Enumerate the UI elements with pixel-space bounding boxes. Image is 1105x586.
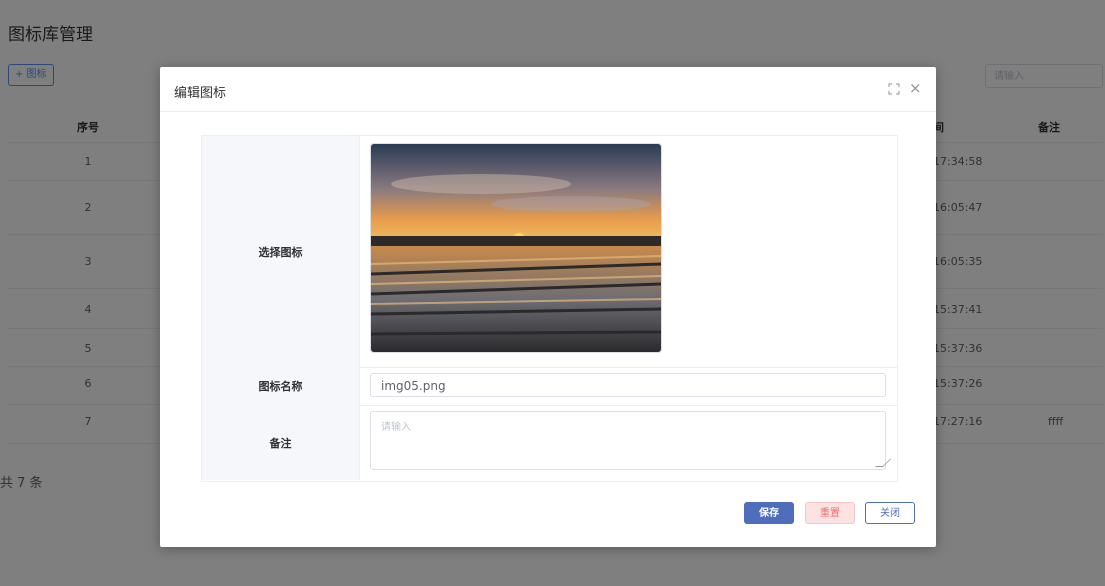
close-button[interactable]: 关闭 (865, 502, 915, 524)
name-input[interactable]: img05.png (370, 373, 886, 397)
icon-label: 选择图标 (202, 136, 360, 367)
remark-label: 备注 (202, 405, 360, 480)
form-row-name: 图标名称 img05.png (202, 367, 897, 406)
edit-icon-dialog: 编辑图标 × 选择图标 图标名称 img05.png 备注 请输入 保存 重置 … (160, 67, 936, 547)
form-row-icon: 选择图标 (202, 136, 897, 368)
dialog-title: 编辑图标 (174, 86, 227, 101)
fullscreen-icon[interactable] (888, 83, 900, 95)
sunset-image (371, 144, 661, 352)
close-icon[interactable]: × (909, 79, 922, 97)
remark-placeholder: 请输入 (381, 422, 411, 433)
reset-button[interactable]: 重置 (805, 502, 855, 524)
form-row-remark: 备注 请输入 (202, 405, 897, 480)
icon-image-picker[interactable] (370, 143, 662, 353)
dialog-header: 编辑图标 × (160, 67, 936, 112)
save-button[interactable]: 保存 (744, 502, 794, 524)
edit-form: 选择图标 图标名称 img05.png 备注 请输入 (201, 135, 898, 482)
resize-handle-icon[interactable] (875, 459, 891, 467)
remark-textarea[interactable]: 请输入 (370, 411, 891, 470)
name-label: 图标名称 (202, 367, 360, 405)
